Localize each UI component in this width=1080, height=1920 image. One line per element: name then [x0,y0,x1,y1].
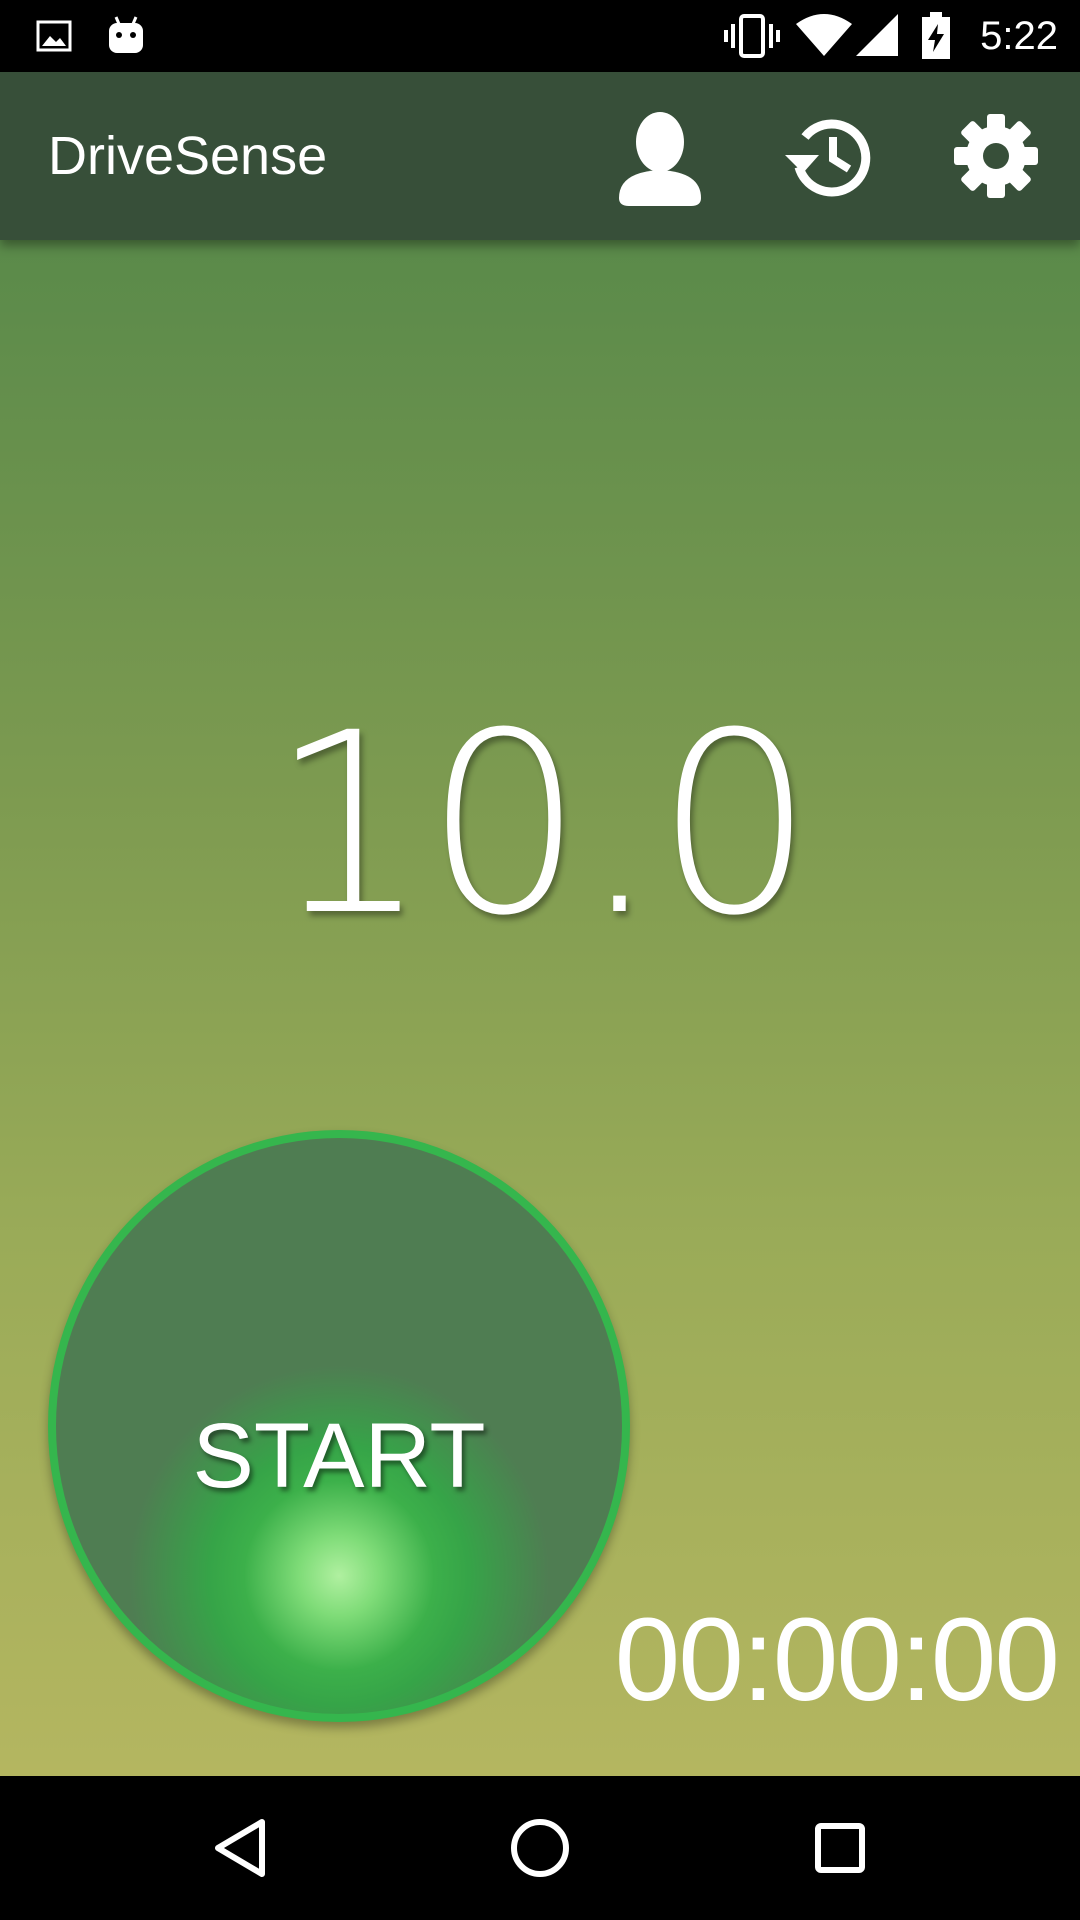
history-icon[interactable] [774,102,882,210]
home-icon[interactable] [492,1800,588,1896]
speed-readout: 10.0 [269,679,815,970]
navigation-bar [0,1776,1080,1920]
main-content: 10.0 START 00:00:00 [0,240,1080,1776]
status-bar: 5:22 [0,0,1080,72]
recents-icon[interactable] [792,1800,888,1896]
trip-timer: 00:00:00 [614,1594,1060,1726]
cell-signal-icon [856,0,900,72]
image-notification-icon [36,0,72,72]
wifi-icon [796,0,852,72]
status-time: 5:22 [980,14,1058,58]
battery-charging-icon [918,0,954,72]
start-button[interactable]: START [48,1130,630,1722]
back-icon[interactable] [192,1800,288,1896]
profile-icon[interactable] [606,102,714,210]
android-notification-icon [106,0,146,72]
start-button-label: START [192,1405,486,1507]
vibrate-icon [724,0,780,72]
app-bar: DriveSense [0,72,1080,240]
app-title: DriveSense [48,126,328,186]
settings-icon[interactable] [942,102,1050,210]
